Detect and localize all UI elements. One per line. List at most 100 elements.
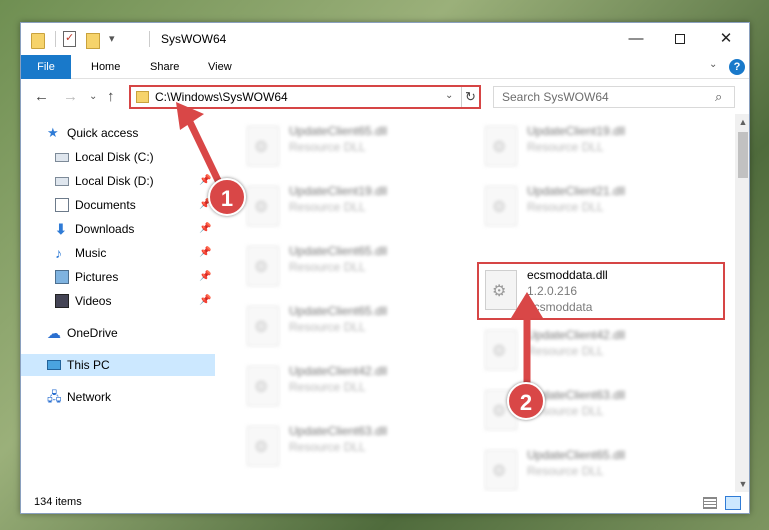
close-button[interactable]: ✕	[703, 23, 749, 55]
tiles-view-icon[interactable]	[725, 496, 741, 510]
search-box[interactable]: ⌕	[493, 86, 735, 108]
sidebar-item-label: Pictures	[75, 270, 119, 284]
title-bar: ▾ SysWOW64 — ✕	[21, 23, 749, 55]
sidebar-item-label: Local Disk (D:)	[75, 174, 154, 188]
vertical-scrollbar[interactable]: ▲ ▼	[735, 114, 749, 492]
file-item[interactable]: UpdateClient19.dll Resource DLL	[241, 180, 471, 234]
file-name: UpdateClient65.dll	[289, 244, 388, 258]
help-icon[interactable]: ?	[729, 59, 745, 75]
file-list: UpdateClient65.dll Resource DLL UpdateCl…	[215, 114, 735, 492]
sidebar-item-network[interactable]: 🖧 Network	[21, 386, 215, 408]
maximize-icon	[675, 34, 685, 45]
address-dropdown-icon[interactable]: ⌄	[445, 90, 453, 101]
back-button[interactable]: ←	[34, 88, 49, 105]
expand-ribbon-icon[interactable]: ⌄	[709, 59, 717, 70]
music-icon: ♪	[55, 245, 62, 261]
tab-home[interactable]: Home	[91, 55, 120, 79]
pictures-icon	[55, 270, 69, 284]
pin-icon[interactable]: 📌	[199, 266, 211, 288]
sidebar-item-music[interactable]: ♪ Music 📌	[21, 242, 215, 264]
dll-file-icon	[485, 186, 517, 226]
dll-file-icon	[247, 186, 279, 226]
sidebar-item-label: Quick access	[67, 126, 139, 140]
dll-file-icon	[247, 426, 279, 466]
divider	[55, 31, 56, 47]
file-type: Resource DLL	[289, 380, 366, 394]
file-name: UpdateClient65.dll	[527, 448, 626, 462]
navigation-bar: ← → ⌄ ↑ C:\Windows\SysWOW64 ⌄ ↻ ⌕	[21, 80, 749, 114]
tab-view[interactable]: View	[208, 55, 232, 79]
details-view-icon[interactable]	[703, 497, 717, 509]
network-icon: 🖧	[47, 389, 62, 404]
tab-file[interactable]: File	[21, 55, 71, 79]
tab-share[interactable]: Share	[150, 55, 179, 79]
sidebar-item-label: Local Disk (C:)	[75, 150, 154, 164]
customize-quick-access-icon[interactable]: ▾	[109, 31, 125, 47]
file-name: UpdateClient19.dll	[289, 184, 388, 198]
this-pc-icon	[47, 360, 61, 370]
refresh-button[interactable]: ↻	[461, 87, 479, 107]
star-icon: ★	[47, 125, 59, 140]
dll-file-icon	[247, 306, 279, 346]
scroll-thumb[interactable]	[738, 132, 748, 178]
documents-icon	[55, 198, 69, 212]
sidebar-item-this-pc[interactable]: This PC	[21, 354, 215, 376]
file-name: UpdateClient19.dll	[527, 124, 626, 138]
sidebar-item-label: Videos	[75, 294, 112, 308]
downloads-icon: ⬇	[55, 221, 67, 237]
dll-file-icon	[485, 450, 517, 490]
file-type: Resource DLL	[289, 200, 366, 214]
dll-file-icon	[247, 246, 279, 286]
recent-locations-icon[interactable]: ⌄	[89, 91, 97, 102]
properties-icon[interactable]	[63, 31, 76, 47]
file-name: UpdateClient21.dll	[527, 184, 626, 198]
pin-icon[interactable]: 📌	[199, 242, 211, 264]
window-title: SysWOW64	[161, 32, 227, 46]
pin-icon[interactable]: 📌	[199, 290, 211, 312]
minimize-button[interactable]: —	[613, 23, 659, 55]
sidebar-item-label: Network	[67, 390, 112, 404]
search-input[interactable]	[494, 87, 709, 107]
file-item[interactable]: UpdateClient42.dll Resource DLL	[241, 360, 471, 414]
dll-file-icon	[485, 126, 517, 166]
pin-icon[interactable]: 📌	[199, 218, 211, 240]
file-name: UpdateClient63.dll	[289, 424, 388, 438]
sidebar-item-onedrive[interactable]: ☁ OneDrive	[21, 322, 215, 344]
file-type: Resource DLL	[527, 464, 604, 478]
file-type: Resource DLL	[289, 260, 366, 274]
file-item[interactable]: UpdateClient65.dll Resource DLL	[479, 444, 709, 492]
file-item[interactable]: UpdateClient19.dll Resource DLL	[479, 120, 709, 174]
scroll-up-icon[interactable]: ▲	[735, 114, 749, 130]
file-type: Resource DLL	[527, 200, 604, 214]
file-item[interactable]: UpdateClient63.dll Resource DLL	[241, 420, 471, 474]
sidebar-item-downloads[interactable]: ⬇ Downloads 📌	[21, 218, 215, 240]
file-type: Resource DLL	[527, 140, 604, 154]
scroll-down-icon[interactable]: ▼	[735, 476, 749, 492]
item-count: 134 items	[34, 496, 82, 508]
file-type: Resource DLL	[289, 440, 366, 454]
status-bar: 134 items	[21, 492, 749, 513]
divider	[149, 31, 150, 47]
up-button[interactable]: ↑	[107, 88, 115, 105]
forward-button[interactable]: →	[63, 88, 78, 105]
maximize-button[interactable]	[657, 23, 703, 55]
file-item[interactable]: UpdateClient21.dll Resource DLL	[479, 180, 709, 234]
file-name: UpdateClient42.dll	[289, 364, 388, 378]
search-icon[interactable]: ⌕	[715, 89, 722, 105]
dll-file-icon	[247, 366, 279, 406]
sidebar-item-videos[interactable]: Videos 📌	[21, 290, 215, 312]
sidebar-item-pictures[interactable]: Pictures 📌	[21, 266, 215, 288]
file-explorer-window: ▾ SysWOW64 — ✕ File Home Share View ⌄ ? …	[20, 22, 750, 514]
file-name: UpdateClient65.dll	[289, 124, 388, 138]
new-folder-icon[interactable]	[86, 33, 100, 49]
file-item[interactable]: UpdateClient65.dll Resource DLL	[241, 120, 471, 174]
file-name: UpdateClient65.dll	[289, 304, 388, 318]
drive-icon	[55, 177, 69, 186]
step-badge-2: 2	[507, 382, 545, 420]
sidebar-item-label: Documents	[75, 198, 136, 212]
file-item[interactable]: UpdateClient65.dll Resource DLL	[241, 300, 471, 354]
sidebar-item-label: Music	[75, 246, 107, 260]
file-item[interactable]: UpdateClient65.dll Resource DLL	[241, 240, 471, 294]
folder-icon	[31, 33, 45, 49]
sidebar-item-label: Downloads	[75, 222, 135, 236]
